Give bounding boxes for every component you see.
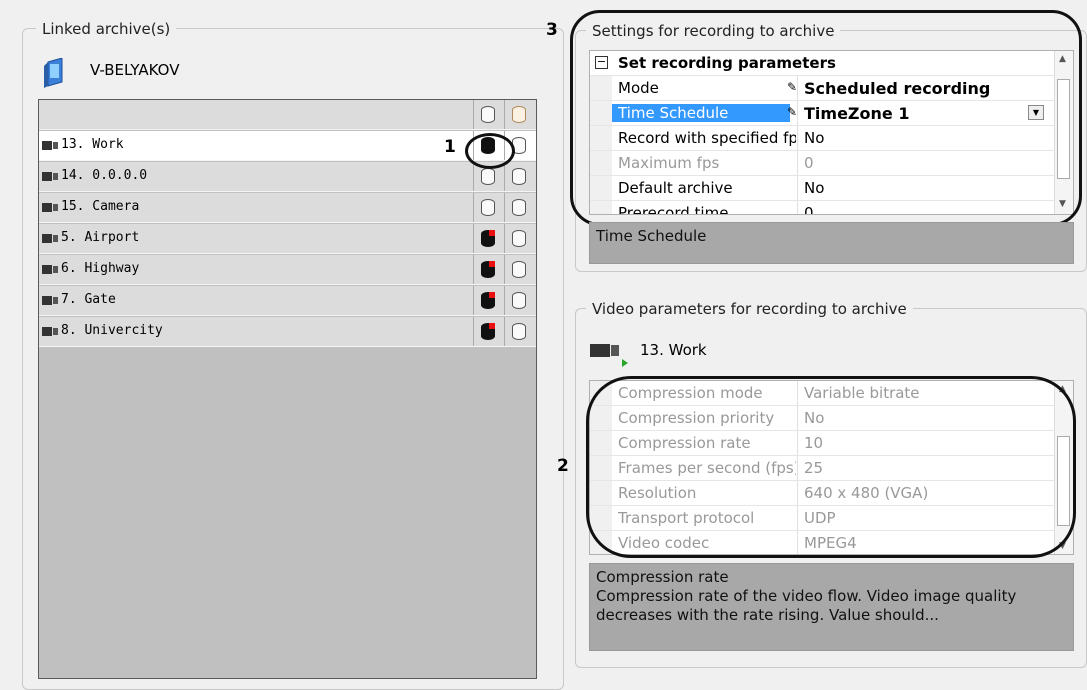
archive-link-toggle[interactable] xyxy=(504,162,534,191)
camera-row[interactable]: 13. Work xyxy=(39,131,536,161)
archive-recording-icon xyxy=(481,261,495,278)
camera-row[interactable]: 7. Gate xyxy=(39,286,536,316)
archive-unlinked-icon xyxy=(512,261,526,278)
archive-column-header-1[interactable] xyxy=(473,100,503,129)
archive-icon xyxy=(481,106,495,123)
archive-unlinked-icon xyxy=(512,292,526,309)
archive-link-toggle[interactable] xyxy=(473,224,503,253)
archive-recording-icon xyxy=(481,323,495,340)
archive-unlinked-icon xyxy=(512,168,526,185)
camera-archive-grid[interactable]: 13. Work 14. 0.0.0.0 15. Camera 5. Airpo… xyxy=(38,99,537,679)
archive-link-toggle[interactable] xyxy=(473,193,503,222)
camera-label: 14. 0.0.0.0 xyxy=(61,168,148,183)
camera-icon xyxy=(42,327,58,336)
server-icon xyxy=(44,57,64,88)
camera-label: 6. Highway xyxy=(61,261,140,276)
archive-link-toggle[interactable] xyxy=(473,317,503,346)
archive-unlinked-icon xyxy=(481,168,495,185)
camera-icon xyxy=(42,234,58,243)
annotation-1: 1 xyxy=(444,137,456,157)
archive-unlinked-icon xyxy=(512,323,526,340)
grid-header xyxy=(39,100,536,130)
annotation-circle-3 xyxy=(570,10,1082,226)
camera-row[interactable]: 8. Univercity xyxy=(39,317,536,347)
camera-label: 15. Camera xyxy=(61,199,140,214)
archive-link-toggle[interactable] xyxy=(504,317,534,346)
annotation-3: 3 xyxy=(546,20,558,40)
camera-icon xyxy=(42,296,58,305)
camera-icon xyxy=(42,141,58,150)
archive-recording-icon xyxy=(481,292,495,309)
archive-icon xyxy=(512,106,526,123)
archive-column-header-2[interactable] xyxy=(504,100,534,129)
camera-row[interactable]: 14. 0.0.0.0 xyxy=(39,162,536,192)
archive-link-toggle[interactable] xyxy=(473,286,503,315)
annotation-circle-2 xyxy=(586,376,1076,558)
description-text: Time Schedule xyxy=(596,227,707,245)
archive-unlinked-icon xyxy=(512,230,526,247)
server-name: V-BELYAKOV xyxy=(90,61,180,79)
camera-label: 7. Gate xyxy=(61,292,116,307)
archive-link-toggle[interactable] xyxy=(473,255,503,284)
camera-row[interactable]: 6. Highway xyxy=(39,255,536,285)
archive-recording-icon xyxy=(481,230,495,247)
annotation-2: 2 xyxy=(557,456,569,476)
camera-icon xyxy=(590,342,628,367)
settings-description: Time Schedule xyxy=(589,222,1074,264)
archive-link-toggle[interactable] xyxy=(504,255,534,284)
camera-icon xyxy=(42,172,58,181)
video-params-legend: Video parameters for recording to archiv… xyxy=(586,300,913,318)
camera-label: 13. Work xyxy=(61,137,124,152)
archive-link-toggle[interactable] xyxy=(504,224,534,253)
annotation-circle-1 xyxy=(465,133,515,169)
archive-unlinked-icon xyxy=(481,199,495,216)
video-camera-name: 13. Work xyxy=(640,341,707,359)
camera-label: 8. Univercity xyxy=(61,323,163,338)
camera-icon xyxy=(42,203,58,212)
description-text: Compression rate of the video flow. Vide… xyxy=(596,587,1017,624)
description-title: Compression rate xyxy=(596,568,729,586)
linked-archives-legend: Linked archive(s) xyxy=(36,20,177,38)
camera-label: 5. Airport xyxy=(61,230,140,245)
camera-row[interactable]: 5. Airport xyxy=(39,224,536,254)
archive-link-toggle[interactable] xyxy=(504,193,534,222)
camera-icon xyxy=(42,265,58,274)
camera-row[interactable]: 15. Camera xyxy=(39,193,536,223)
archive-unlinked-icon xyxy=(512,199,526,216)
video-description: Compression rate Compression rate of the… xyxy=(589,563,1074,651)
archive-link-toggle[interactable] xyxy=(504,286,534,315)
